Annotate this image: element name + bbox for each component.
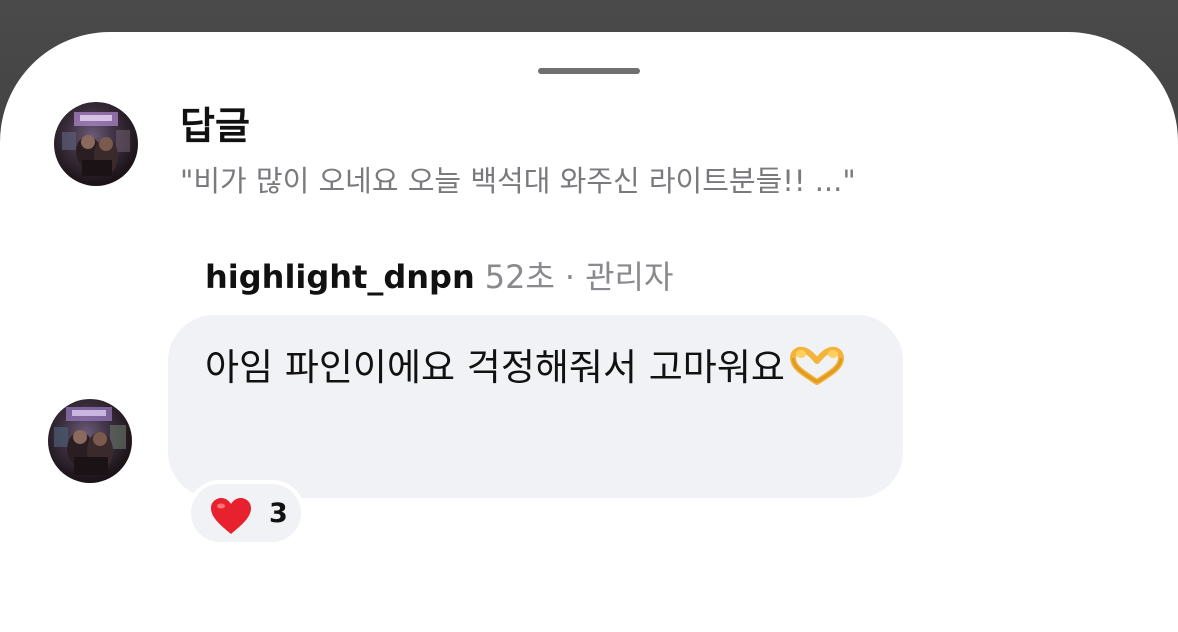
- reply-author-avatar[interactable]: [48, 399, 132, 483]
- reply-message-text: 아임 파인이에요 걱정해줘서 고마워요: [205, 346, 785, 389]
- role-badge: 관리자: [585, 258, 674, 296]
- reaction-summary[interactable]: 3: [187, 480, 305, 546]
- sheet-grab-handle[interactable]: [538, 68, 640, 74]
- reply-message-bubble[interactable]: 아임 파인이에요 걱정해줘서 고마워요: [168, 315, 903, 498]
- reply-meta-row: highlight_dnpn 52초 · 관리자: [205, 252, 673, 298]
- original-commenter-avatar[interactable]: [54, 102, 138, 186]
- reply-timestamp: 52초: [484, 258, 555, 296]
- meta-separator: ·: [564, 258, 576, 296]
- quoted-comment-preview[interactable]: "비가 많이 오네요 오늘 백석대 와주신 라이트분들!! ...": [180, 158, 856, 200]
- reply-username[interactable]: highlight_dnpn: [205, 258, 475, 296]
- heart-icon: [209, 496, 253, 540]
- reply-title: 답글: [180, 104, 250, 148]
- heart-hands-icon: [787, 343, 847, 405]
- reply-message: 아임 파인이에요 걱정해줘서 고마워요: [205, 337, 885, 405]
- reaction-count: 3: [269, 498, 288, 529]
